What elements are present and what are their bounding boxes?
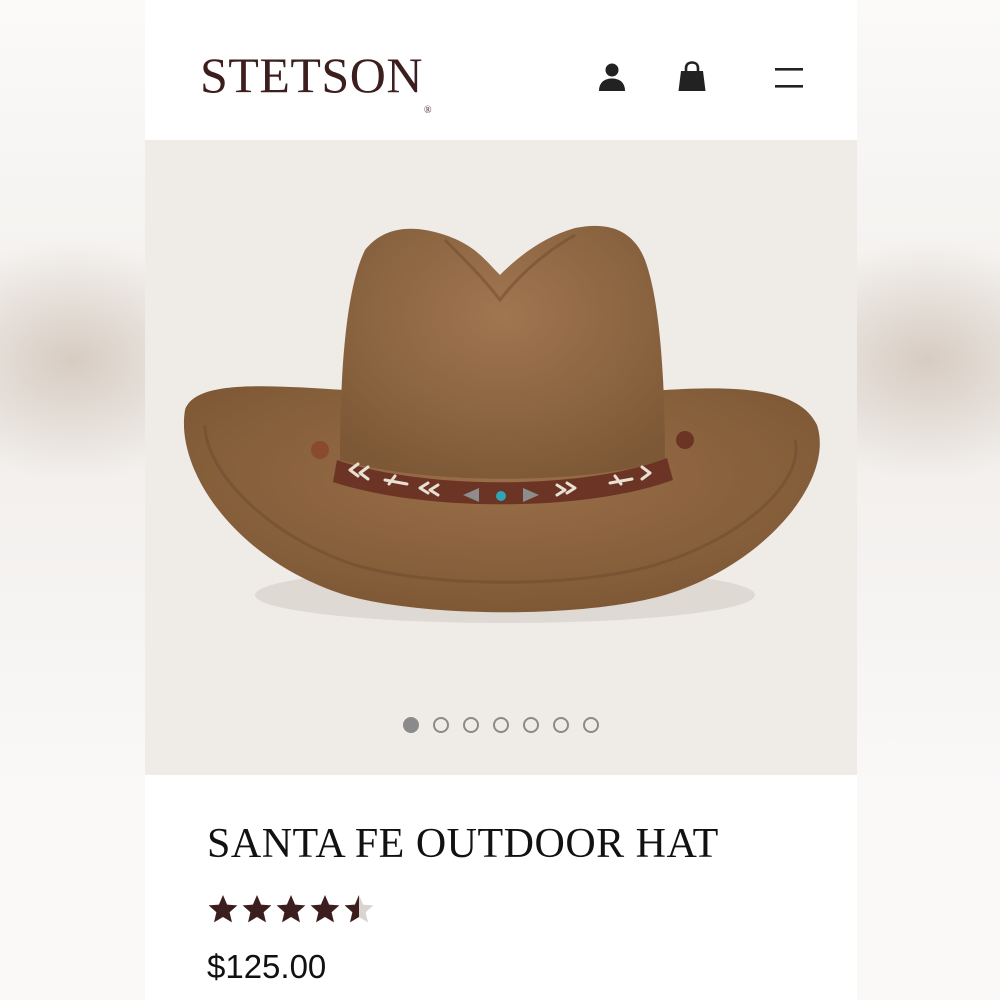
shopping-bag-icon[interactable] (675, 60, 709, 94)
menu-icon[interactable] (772, 60, 806, 94)
user-icon[interactable] (595, 60, 629, 94)
carousel-pagination (145, 717, 857, 733)
star-full-icon (310, 895, 340, 923)
registered-mark: ® (423, 105, 433, 116)
star-full-icon (208, 895, 238, 923)
star-full-icon (276, 895, 306, 923)
product-title: SANTA FE OUTDOOR HAT (207, 821, 719, 867)
carousel-dot[interactable] (433, 717, 449, 733)
carousel-dot[interactable] (403, 717, 419, 733)
blurred-background-left (0, 0, 145, 1000)
rating-stars[interactable] (207, 893, 375, 925)
carousel-dot[interactable] (493, 717, 509, 733)
hat-image (183, 225, 820, 623)
carousel-dot[interactable] (583, 717, 599, 733)
product-image-carousel[interactable] (145, 140, 857, 775)
stetson-logo[interactable]: STETSON® (200, 46, 432, 116)
product-price: $125.00 (207, 948, 327, 985)
star-half-icon (344, 895, 374, 923)
logo-text: STETSON (200, 47, 423, 103)
product-page: STETSON® SANTA FE OUTDOOR HAT $125.00 (145, 0, 857, 1000)
blurred-background-right (855, 0, 1000, 1000)
carousel-dot[interactable] (463, 717, 479, 733)
site-header: STETSON® (145, 0, 857, 140)
star-full-icon (242, 895, 272, 923)
carousel-dot[interactable] (553, 717, 569, 733)
carousel-dot[interactable] (523, 717, 539, 733)
